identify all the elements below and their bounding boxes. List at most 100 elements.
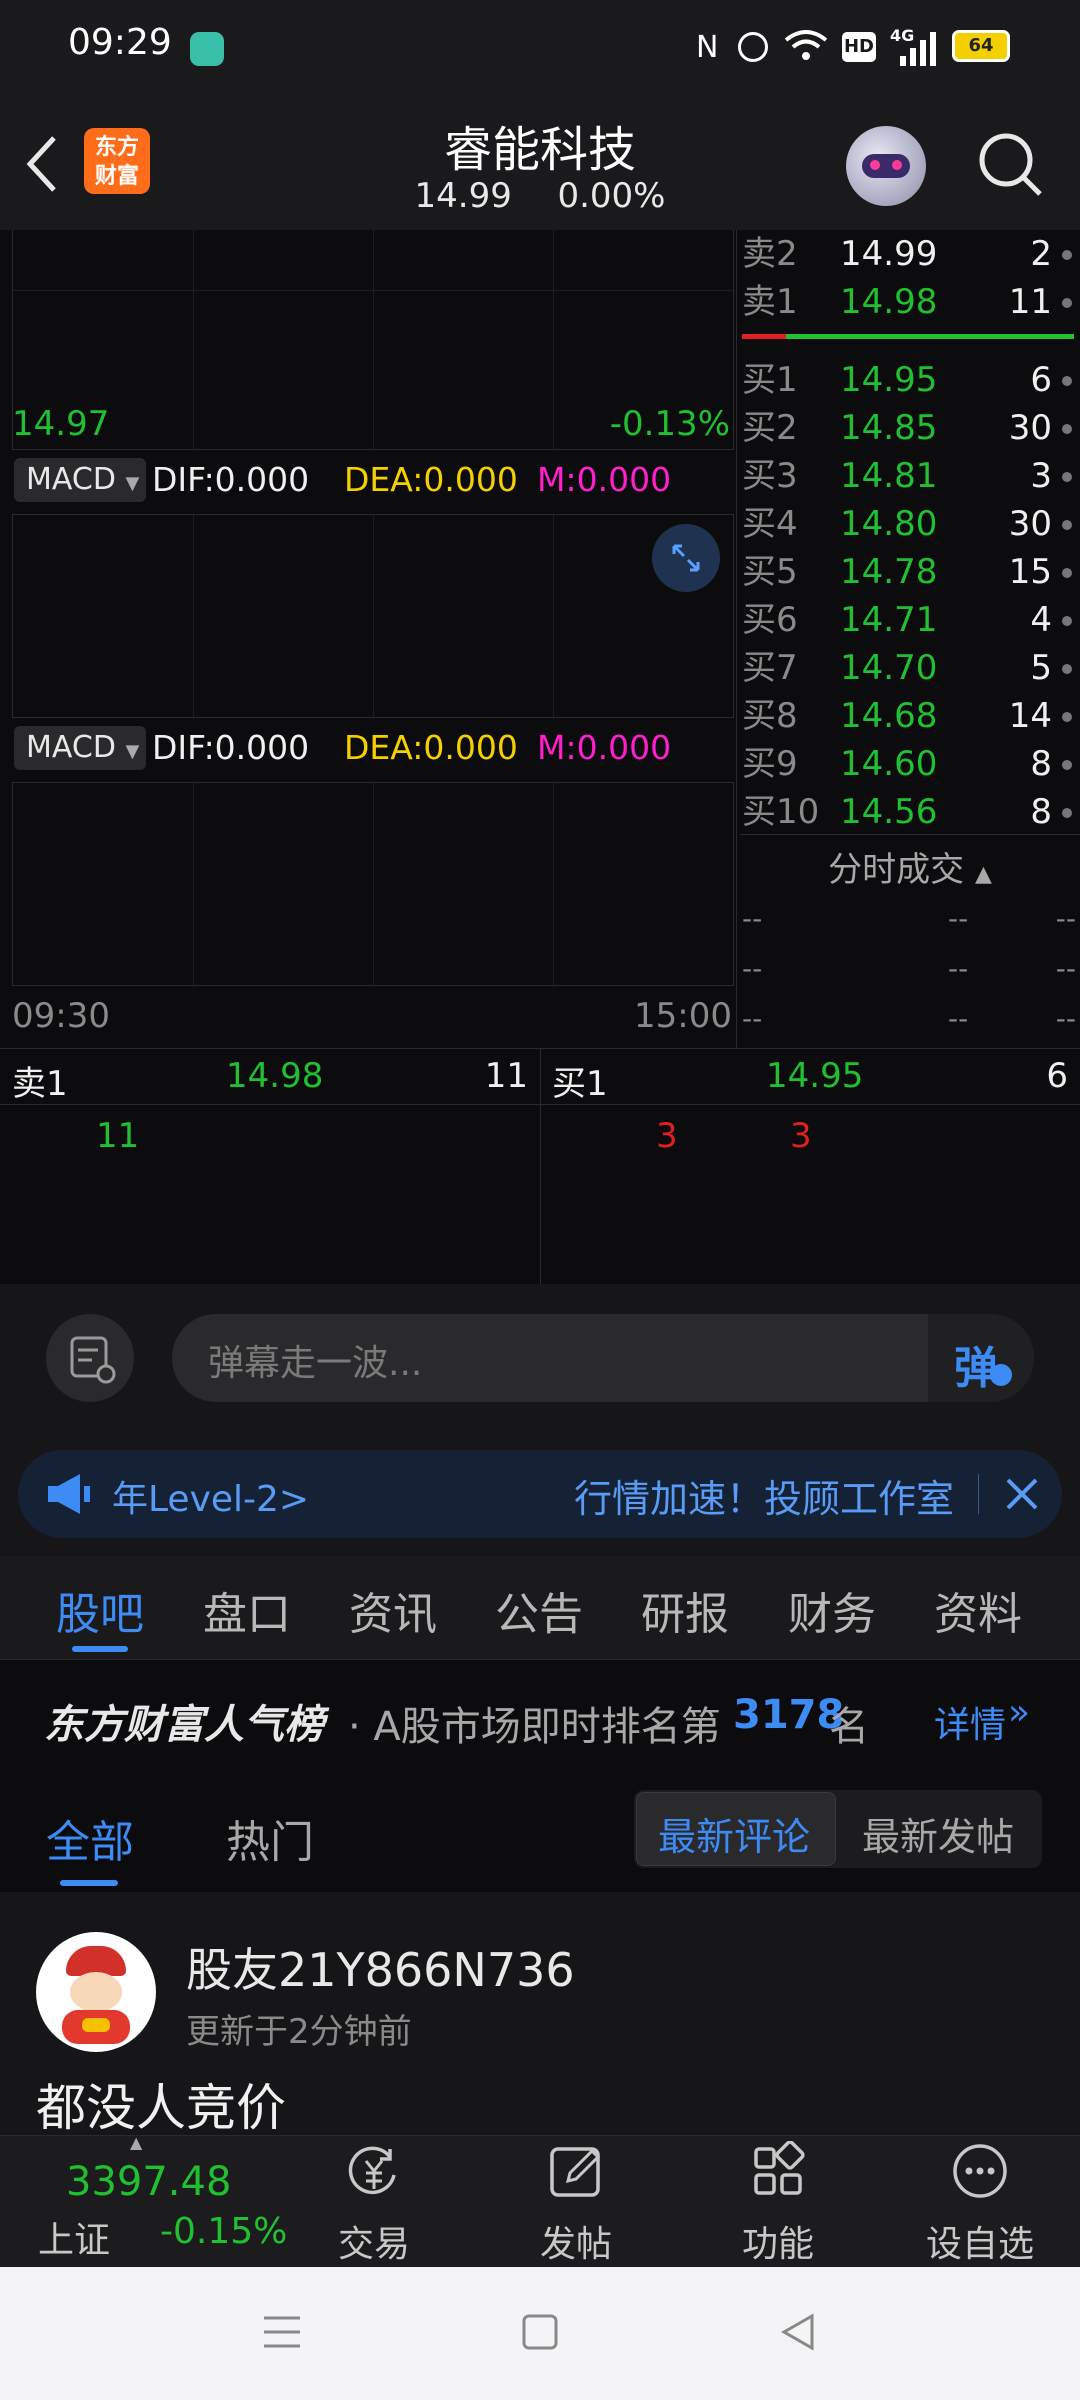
edit-icon <box>550 2147 601 2197</box>
close-icon[interactable] <box>1004 1476 1040 1512</box>
sort-toggle: 最新评论 最新发帖 <box>634 1790 1042 1868</box>
status-time: 09:29 <box>68 22 172 63</box>
bid-label: 买8 <box>742 696 798 736</box>
banner-left-text: 年Level-2> <box>112 1479 310 1520</box>
chart-area[interactable]: 14.97 -0.13% MACD ▼ DIF:0.000 DEA:0.000 … <box>0 230 736 1048</box>
bid-label: 买1 <box>742 360 798 400</box>
queue-buy-label: 买1 <box>552 1064 608 1104</box>
ticks-title[interactable]: 分时成交 ▲ <box>740 842 1080 891</box>
bid-volume: 8 <box>1030 792 1052 832</box>
tick-price: -- <box>948 952 969 985</box>
subtab-all[interactable]: 全部 <box>46 1806 134 1870</box>
avatar[interactable] <box>36 1932 156 2052</box>
ranking-number: 3178 <box>733 1692 845 1738</box>
sort-latest-post[interactable]: 最新发帖 <box>862 1806 1014 1861</box>
status-bar: 09:29 N HD 4G 64 <box>0 0 1080 96</box>
triangle-up-icon: ▲ <box>974 862 992 887</box>
bid-volume: 30 <box>1008 408 1052 448</box>
bid-price: 14.85 <box>840 408 938 448</box>
robot-assistant-icon[interactable] <box>846 126 926 206</box>
ranking-prefix: · A股市场即时排名第 <box>348 1704 721 1750</box>
promo-banner[interactable]: 年Level-2> 行情加速！投顾工作室 <box>18 1450 1062 1538</box>
tick-volume: -- <box>1055 902 1076 935</box>
ask-row-1[interactable]: 卖1 14.98 11 <box>740 278 1080 326</box>
danmaku-input[interactable]: 弹幕走一波... 弹 <box>172 1314 1034 1402</box>
app-logo[interactable]: 东方 财富 <box>84 128 150 194</box>
tick-price: -- <box>948 1002 969 1035</box>
dot-icon <box>1062 376 1072 386</box>
indicator-selector-1[interactable]: MACD ▼ <box>14 458 146 502</box>
sort-latest-comment[interactable]: 最新评论 <box>658 1806 810 1861</box>
nav-add-watchlist[interactable]: 设自选 <box>880 2135 1080 2265</box>
post-content[interactable]: 都没人竞价 <box>36 2068 286 2140</box>
bid-volume: 8 <box>1030 744 1052 784</box>
post-username[interactable]: 股友21Y866N736 <box>186 1934 575 2000</box>
index-value: 3397.48 <box>66 2159 232 2205</box>
search-icon[interactable] <box>976 130 1046 200</box>
index-name: 上证 <box>38 2220 111 2261</box>
dot-icon <box>1062 664 1072 674</box>
ask-row-2[interactable]: 卖2 14.99 2 <box>740 230 1080 278</box>
ask-label: 卖1 <box>742 282 798 322</box>
bid-volume: 14 <box>1008 696 1052 736</box>
indicator-name-2: MACD <box>26 730 116 765</box>
wifi-icon <box>784 30 828 60</box>
back-nav-icon[interactable] <box>778 2312 818 2352</box>
tab-item[interactable]: 资料 <box>934 1578 1022 1642</box>
dot-icon <box>1062 760 1072 770</box>
bid-volume: 4 <box>1030 600 1052 640</box>
header-price: 14.99 <box>414 176 512 216</box>
tab-item[interactable]: 研报 <box>641 1578 729 1642</box>
back-icon[interactable] <box>22 132 62 196</box>
indicator-panel-2 <box>12 782 734 987</box>
ranking-suffix: 名 <box>829 1704 869 1750</box>
bid-price: 14.71 <box>840 600 938 640</box>
nav-trade[interactable]: 交易 <box>274 2135 474 2265</box>
tab-item[interactable]: 公告 <box>495 1578 583 1642</box>
bid-row[interactable]: 买10 14.56 8 <box>740 788 1080 836</box>
bid-row[interactable]: 买8 14.68 14 <box>740 692 1080 740</box>
tick-row: -- -- -- <box>740 944 1080 994</box>
tab-item[interactable]: 财务 <box>788 1578 876 1642</box>
bid-row[interactable]: 买7 14.70 5 <box>740 644 1080 692</box>
danmaku-settings-icon[interactable] <box>46 1314 134 1402</box>
stock-name: 睿能科技 <box>443 122 636 178</box>
bid-row[interactable]: 买2 14.85 30 <box>740 404 1080 452</box>
check-badge-icon <box>990 1364 1012 1386</box>
tab-item[interactable]: 股吧 <box>56 1578 144 1642</box>
nav-functions[interactable]: 功能 <box>678 2135 878 2265</box>
home-icon[interactable] <box>520 2312 560 2352</box>
chart-low-price: 14.97 <box>12 404 110 444</box>
indicator1-m: M:0.000 <box>537 460 672 499</box>
nav-post[interactable]: 发帖 <box>476 2135 676 2265</box>
ask-volume: 11 <box>1008 282 1052 322</box>
bid-row[interactable]: 买6 14.71 4 <box>740 596 1080 644</box>
menu-icon[interactable] <box>262 2312 302 2352</box>
danmaku-toggle-button[interactable]: 弹 <box>954 1332 998 1396</box>
bid-volume: 30 <box>1008 504 1052 544</box>
expand-icon[interactable] <box>652 524 720 592</box>
bid-row[interactable]: 买1 14.95 6 <box>740 356 1080 404</box>
battery-level: 64 <box>968 35 994 56</box>
queue-buy-order: 3 <box>790 1116 812 1156</box>
ranking-detail-link[interactable]: 详情 <box>934 1696 1006 1748</box>
index-widget[interactable]: ▲ 3397.48 上证 -0.15% <box>0 2133 290 2267</box>
bid-ask-ratio-bar <box>742 334 1074 339</box>
bid-row[interactable]: 买9 14.60 8 <box>740 740 1080 788</box>
banner-right-text: 行情加速！投顾工作室 <box>574 1477 955 1521</box>
bid-row[interactable]: 买3 14.81 3 <box>740 452 1080 500</box>
indicator-selector-2[interactable]: MACD ▼ <box>14 726 146 770</box>
queue-sell-label: 卖1 <box>12 1064 68 1104</box>
bid-row[interactable]: 买5 14.78 15 <box>740 548 1080 596</box>
tick-price: -- <box>948 902 969 935</box>
ranking-row[interactable]: 东方财富人气榜 · A股市场即时排名第 3178 名 详情 » <box>0 1660 1080 1770</box>
ticks-title-label: 分时成交 <box>828 850 965 890</box>
time-start-label: 09:30 <box>12 996 110 1036</box>
dot-icon <box>1062 808 1072 818</box>
indicator2-dif: DIF:0.000 <box>152 728 310 767</box>
chevron-down-icon: ▼ <box>125 741 140 762</box>
tab-item[interactable]: 资讯 <box>349 1578 437 1642</box>
subtab-hot[interactable]: 热门 <box>226 1806 314 1870</box>
tab-item[interactable]: 盘口 <box>203 1578 291 1642</box>
bid-row[interactable]: 买4 14.80 30 <box>740 500 1080 548</box>
